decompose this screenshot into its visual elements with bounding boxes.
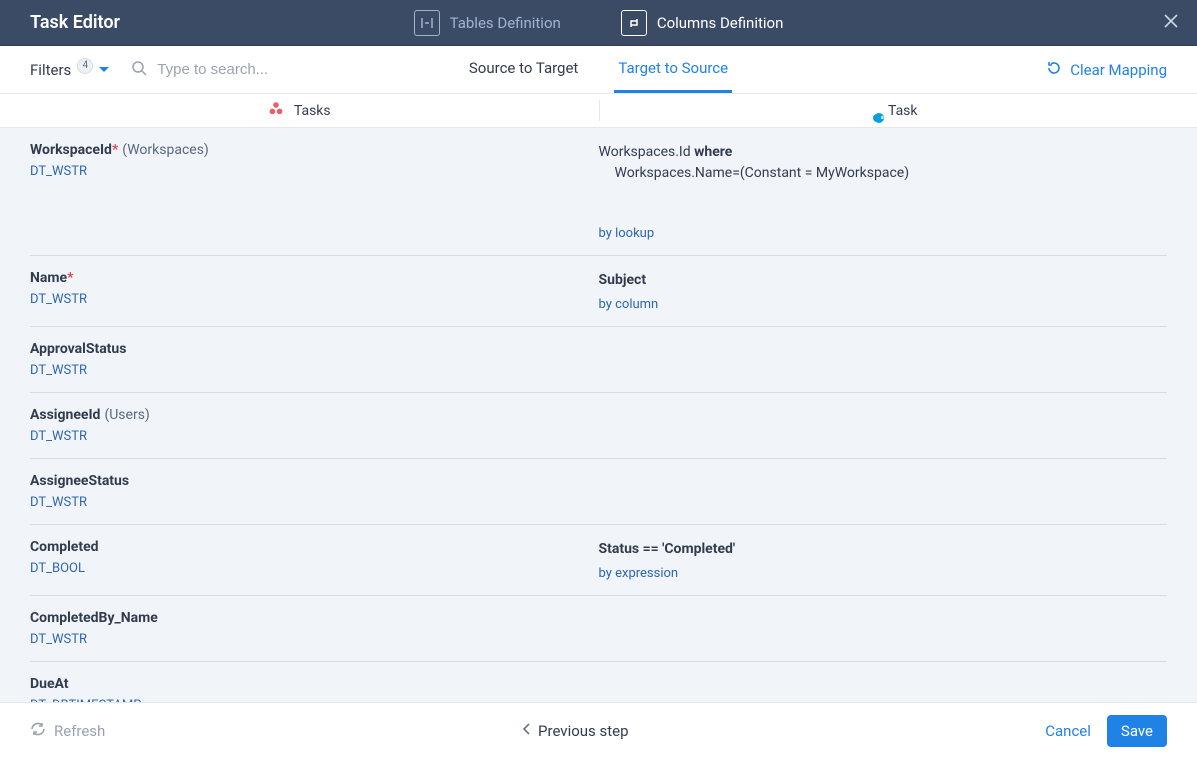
mapping-row[interactable]: AssigneeId(Users) DT_WSTR <box>30 393 1167 459</box>
mapping-row[interactable]: ApprovalStatus DT_WSTR <box>30 327 1167 393</box>
required-icon: * <box>67 270 73 286</box>
step-label: Tables Definition <box>450 14 561 32</box>
field-name-text: CompletedBy_Name <box>30 610 158 626</box>
clear-mapping-label: Clear Mapping <box>1070 61 1167 79</box>
mapping-row-target: DueAt DT_DBTIMESTAMP <box>30 676 599 702</box>
mapping-row-target: Completed DT_BOOL <box>30 539 599 576</box>
close-button[interactable] <box>1155 8 1187 38</box>
field-datatype: DT_WSTR <box>30 363 579 378</box>
field-name-text: DueAt <box>30 676 69 692</box>
connector-left: Tasks <box>0 94 599 127</box>
filters-label: Filters <box>30 61 71 79</box>
field-datatype: DT_WSTR <box>30 292 579 307</box>
mapping-row-source: Status == 'Completed' by expression <box>599 539 1168 581</box>
connector-bar: Tasks sales Task <box>0 94 1197 128</box>
field-name: WorkspaceId*(Workspaces) <box>30 142 579 158</box>
refresh-label: Refresh <box>54 722 105 740</box>
mapping-method: by lookup <box>599 226 1168 241</box>
field-name: DueAt <box>30 676 579 692</box>
tables-icon <box>414 10 440 36</box>
mapping-row-target: AssigneeId(Users) DT_WSTR <box>30 407 599 444</box>
mapping-row-target: WorkspaceId*(Workspaces) DT_WSTR <box>30 142 599 179</box>
field-name: ApprovalStatus <box>30 341 579 357</box>
mapping-expression: Status == 'Completed' <box>599 539 1168 560</box>
previous-step-label: Previous step <box>538 722 629 740</box>
mapping-row[interactable]: Name* DT_WSTR Subject by column <box>30 256 1167 327</box>
search-wrap <box>131 60 357 80</box>
search-icon <box>131 60 147 80</box>
step-tables-definition[interactable]: Tables Definition <box>414 10 561 36</box>
mapping-row[interactable]: DueAt DT_DBTIMESTAMP <box>30 662 1167 702</box>
refresh-button[interactable]: Refresh <box>30 721 105 741</box>
page-title: Task Editor <box>30 12 120 33</box>
top-bar: Task Editor Tables Definition Columns De… <box>0 0 1197 46</box>
connector-right-label: Task <box>888 103 918 119</box>
mapping-row-source: Workspaces.Id whereWorkspaces.Name=(Cons… <box>599 142 1168 241</box>
mapping-expression-detail: Workspaces.Name=(Constant = MyWorkspace) <box>599 163 1168 184</box>
field-name: AssigneeStatus <box>30 473 579 489</box>
field-name: CompletedBy_Name <box>30 610 579 626</box>
mapping-method: by expression <box>599 566 1168 581</box>
chevron-left-icon <box>522 722 532 740</box>
field-name-text: AssigneeId <box>30 407 100 423</box>
mapping-list: WorkspaceId*(Workspaces)DT_WSTRWorkspace… <box>0 128 1197 702</box>
footer-bar: Refresh Previous step Cancel Save <box>0 702 1197 758</box>
top-steps: Tables Definition Columns Definition <box>0 10 1197 36</box>
connector-right: sales Task <box>599 94 1197 127</box>
filters-button[interactable]: Filters 4 <box>30 61 109 79</box>
field-name-text: Name <box>30 270 67 286</box>
mapping-method: by column <box>599 297 1168 312</box>
previous-step-button[interactable]: Previous step <box>522 722 629 740</box>
field-datatype: DT_WSTR <box>30 429 579 444</box>
tab-source-to-target[interactable]: Source to Target <box>465 46 582 93</box>
step-columns-definition[interactable]: Columns Definition <box>621 10 784 36</box>
mapping-row[interactable]: CompletedBy_Name DT_WSTR <box>30 596 1167 662</box>
mapping-row-target: ApprovalStatus DT_WSTR <box>30 341 599 378</box>
clear-mapping-button[interactable]: Clear Mapping <box>1046 60 1167 80</box>
lookup-reference: (Workspaces) <box>122 142 209 158</box>
filter-bar: Filters 4 Source to Target Target to Sou… <box>0 46 1197 94</box>
connector-left-label: Tasks <box>294 103 331 119</box>
mapping-row[interactable]: AssigneeStatus DT_WSTR <box>30 459 1167 525</box>
field-name: Completed <box>30 539 579 555</box>
field-name: AssigneeId(Users) <box>30 407 579 423</box>
field-name-text: ApprovalStatus <box>30 341 126 357</box>
field-name-text: Completed <box>30 539 99 555</box>
tab-target-to-source[interactable]: Target to Source <box>614 46 732 93</box>
refresh-icon <box>30 721 46 741</box>
required-icon: * <box>112 142 118 158</box>
save-button[interactable]: Save <box>1107 715 1167 747</box>
chevron-down-icon <box>99 67 109 72</box>
mapping-row[interactable]: WorkspaceId*(Workspaces)DT_WSTRWorkspace… <box>30 128 1167 256</box>
mapping-expression: Subject <box>599 270 1168 291</box>
lookup-reference: (Users) <box>104 407 149 423</box>
field-datatype: DT_DBTIMESTAMP <box>30 698 579 702</box>
step-label: Columns Definition <box>657 14 784 32</box>
field-name-text: WorkspaceId <box>30 142 112 158</box>
field-datatype: DT_WSTR <box>30 632 579 647</box>
asana-icon <box>268 101 284 121</box>
mapping-row[interactable]: Completed DT_BOOL Status == 'Completed' by … <box>30 525 1167 596</box>
mapping-row-target: CompletedBy_Name DT_WSTR <box>30 610 599 647</box>
field-name: Name* <box>30 270 579 286</box>
mapping-expression: Workspaces.Id where <box>599 142 1168 163</box>
mapping-row-target: Name* DT_WSTR <box>30 270 599 307</box>
filters-count-badge: 4 <box>77 58 93 74</box>
field-name-text: AssigneeStatus <box>30 473 129 489</box>
columns-icon <box>621 10 647 36</box>
mapping-row-target: AssigneeStatus DT_WSTR <box>30 473 599 510</box>
cancel-button[interactable]: Cancel <box>1045 722 1091 740</box>
field-datatype: DT_WSTR <box>30 495 579 510</box>
mapping-row-source: Subject by column <box>599 270 1168 312</box>
search-input[interactable] <box>157 61 357 78</box>
field-datatype: DT_BOOL <box>30 561 579 576</box>
field-datatype: DT_WSTR <box>30 164 579 179</box>
undo-icon <box>1046 60 1062 80</box>
